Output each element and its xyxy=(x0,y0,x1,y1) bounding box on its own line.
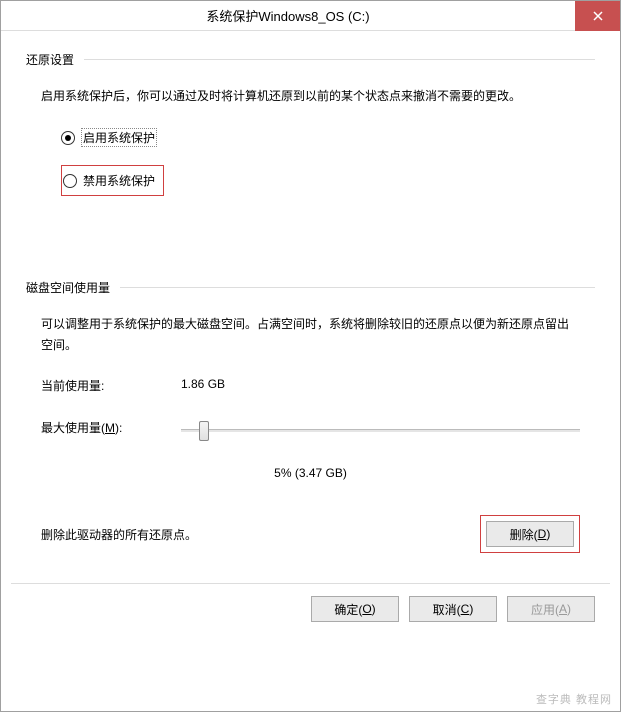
dialog-window: 系统保护Windows8_OS (C:) 还原设置 启用系统保护后，你可以通过及… xyxy=(0,0,621,712)
delete-description: 删除此驱动器的所有还原点。 xyxy=(41,526,480,543)
apply-button[interactable]: 应用(A) xyxy=(507,596,595,622)
content-area: 还原设置 启用系统保护后，你可以通过及时将计算机还原到以前的某个状态点来撤消不需… xyxy=(1,31,620,553)
max-usage-label: 最大使用量(M): xyxy=(41,419,181,441)
ok-button[interactable]: 确定(O) xyxy=(311,596,399,622)
close-button[interactable] xyxy=(575,1,620,31)
divider xyxy=(11,583,610,584)
watermark-text: 查字典 教程网 xyxy=(536,691,612,707)
radio-enable-label: 启用系统保护 xyxy=(81,128,157,147)
cancel-button[interactable]: 取消(C) xyxy=(409,596,497,622)
slider-value-text: 5% (3.47 GB) xyxy=(26,466,595,480)
current-usage-row: 当前使用量: 1.86 GB xyxy=(41,377,580,394)
max-usage-slider[interactable] xyxy=(181,421,580,441)
radio-icon xyxy=(61,131,75,145)
delete-row: 删除此驱动器的所有还原点。 删除(D) xyxy=(41,515,580,553)
close-icon xyxy=(593,11,603,21)
delete-button[interactable]: 删除(D) xyxy=(486,521,574,547)
delete-button-highlight: 删除(D) xyxy=(480,515,580,553)
radio-enable-protection[interactable]: 启用系统保护 xyxy=(61,128,595,147)
divider xyxy=(120,287,595,288)
titlebar: 系统保护Windows8_OS (C:) xyxy=(1,1,620,31)
restore-description: 启用系统保护后，你可以通过及时将计算机还原到以前的某个状态点来撤消不需要的更改。 xyxy=(41,86,580,106)
current-usage-value: 1.86 GB xyxy=(181,377,225,394)
slider-thumb[interactable] xyxy=(199,421,209,441)
max-usage-row: 最大使用量(M): xyxy=(41,419,580,441)
window-title: 系统保护Windows8_OS (C:) xyxy=(1,6,575,25)
disk-description: 可以调整用于系统保护的最大磁盘空间。占满空间时，系统将删除较旧的还原点以便为新还… xyxy=(41,314,580,355)
protection-radio-group: 启用系统保护 禁用系统保护 xyxy=(61,128,595,214)
slider-track xyxy=(181,429,580,432)
current-usage-label: 当前使用量: xyxy=(41,377,181,394)
dialog-buttons: 确定(O) 取消(C) 应用(A) xyxy=(1,596,620,622)
radio-icon xyxy=(63,174,77,188)
restore-section-title: 还原设置 xyxy=(26,51,74,68)
disk-section-header: 磁盘空间使用量 xyxy=(26,279,595,296)
divider xyxy=(84,59,595,60)
restore-section-header: 还原设置 xyxy=(26,51,595,68)
radio-disable-label: 禁用系统保护 xyxy=(83,172,155,189)
disk-section-title: 磁盘空间使用量 xyxy=(26,279,110,296)
radio-disable-protection[interactable]: 禁用系统保护 xyxy=(61,165,164,196)
